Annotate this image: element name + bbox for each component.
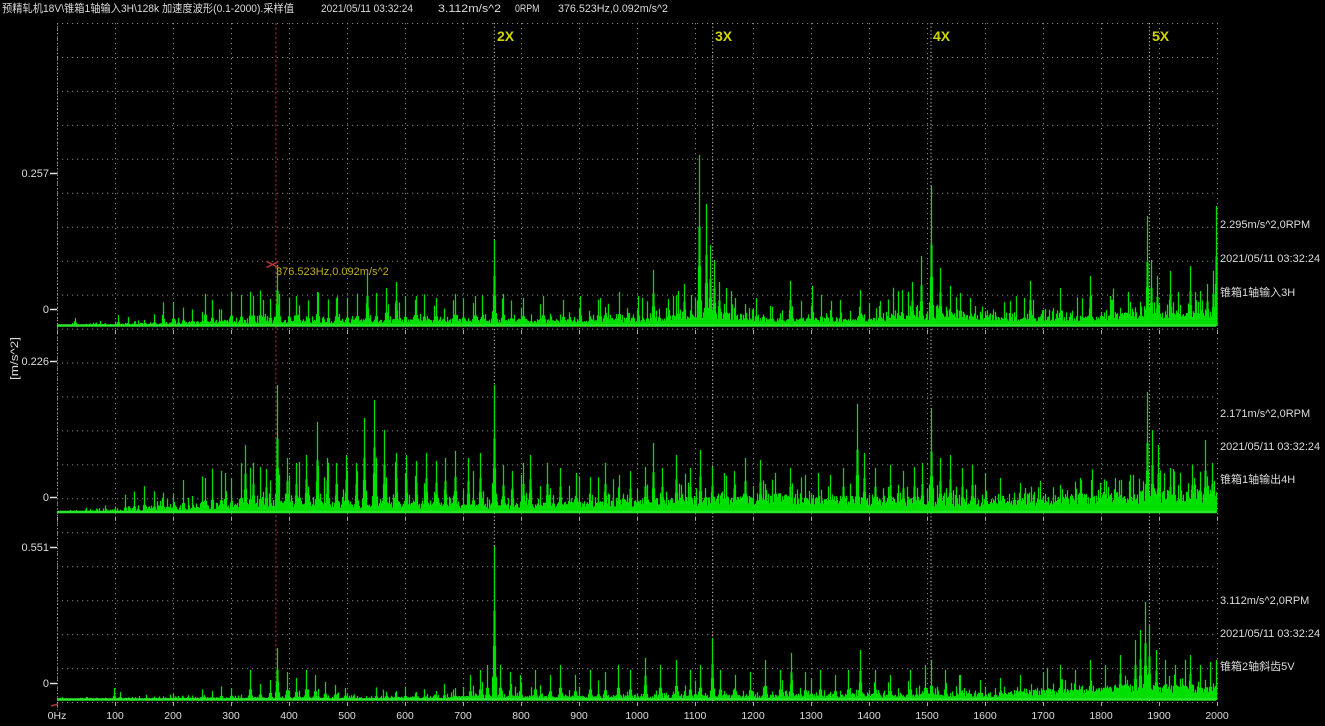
svg-text:600: 600 (396, 710, 414, 722)
svg-text:0.226: 0.226 (21, 356, 49, 368)
svg-text:0: 0 (43, 678, 49, 690)
svg-text:2021/05/11 03:32:24: 2021/05/11 03:32:24 (1220, 628, 1320, 640)
svg-text:锥箱1轴输出4H: 锥箱1轴输出4H (1220, 472, 1295, 486)
svg-text:[m/s^2]: [m/s^2] (9, 337, 21, 380)
svg-text:400: 400 (280, 710, 298, 722)
svg-text:376.523Hz,0.092m/s^2: 376.523Hz,0.092m/s^2 (558, 3, 668, 15)
svg-text:2X: 2X (497, 28, 515, 44)
svg-text:1700: 1700 (1031, 710, 1055, 722)
svg-text:2000: 2000 (1205, 710, 1229, 722)
svg-text:0.551: 0.551 (21, 542, 49, 554)
svg-text:2.171m/s^2,0RPM: 2.171m/s^2,0RPM (1220, 408, 1310, 420)
svg-text:1800: 1800 (1089, 710, 1113, 722)
svg-text:2021/05/11 03:32:24: 2021/05/11 03:32:24 (1220, 441, 1320, 453)
svg-text:700: 700 (454, 710, 472, 722)
svg-text:100: 100 (106, 710, 124, 722)
svg-text:1000: 1000 (625, 710, 649, 722)
svg-text:5X: 5X (1152, 28, 1170, 44)
svg-text:预精轧机18V\锥箱1轴输入3H\128k 加速度波形(0.: 预精轧机18V\锥箱1轴输入3H\128k 加速度波形(0.1-2000).采样… (2, 1, 294, 15)
svg-text:1500: 1500 (915, 710, 939, 722)
svg-text:3.112m/s^2,0RPM: 3.112m/s^2,0RPM (1220, 595, 1309, 607)
svg-text:0RPM: 0RPM (515, 3, 540, 15)
svg-text:1200: 1200 (741, 710, 765, 722)
svg-text:0.257: 0.257 (21, 168, 49, 180)
svg-text:锥箱2轴斜齿5V: 锥箱2轴斜齿5V (1220, 659, 1295, 673)
svg-text:0: 0 (43, 492, 49, 504)
svg-text:1100: 1100 (684, 710, 707, 722)
svg-text:1900: 1900 (1147, 710, 1171, 722)
svg-text:1400: 1400 (857, 710, 881, 722)
svg-text:300: 300 (222, 710, 240, 722)
svg-text:500: 500 (338, 710, 356, 722)
svg-text:200: 200 (164, 710, 182, 722)
svg-text:900: 900 (570, 710, 588, 722)
svg-text:800: 800 (512, 710, 530, 722)
svg-text:2021/05/11 03:32:24: 2021/05/11 03:32:24 (321, 3, 413, 15)
svg-text:3.112m/s^2: 3.112m/s^2 (438, 3, 501, 15)
svg-text:2.295m/s^2,0RPM: 2.295m/s^2,0RPM (1220, 219, 1310, 231)
svg-text:锥箱1轴输入3H: 锥箱1轴输入3H (1220, 285, 1295, 299)
svg-text:1600: 1600 (973, 710, 997, 722)
svg-text:2021/05/11 03:32:24: 2021/05/11 03:32:24 (1220, 253, 1320, 265)
svg-text:376.523Hz,0.092m/s^2: 376.523Hz,0.092m/s^2 (276, 266, 389, 278)
svg-text:3X: 3X (715, 28, 733, 44)
svg-text:0: 0 (43, 304, 49, 316)
svg-text:4X: 4X (933, 28, 951, 44)
svg-text:0Hz: 0Hz (48, 710, 67, 722)
svg-text:1300: 1300 (799, 710, 823, 722)
